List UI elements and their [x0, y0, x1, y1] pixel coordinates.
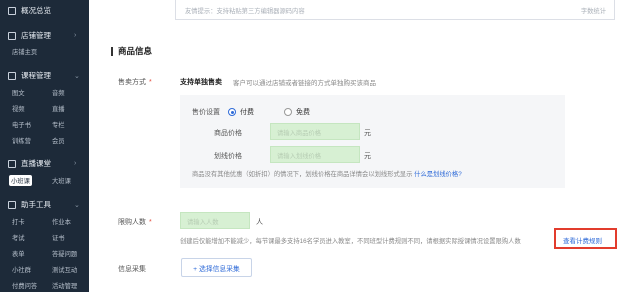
- radio-paid-label: 付费: [240, 109, 254, 116]
- editor-placeholder: 友情提示：支持粘贴第三方编辑器源码内容: [185, 8, 305, 15]
- sidebar-sub[interactable]: 打卡: [12, 217, 25, 226]
- sidebar-sub[interactable]: 证书: [52, 233, 65, 242]
- goods-price-placeholder: 请输入商品价格: [277, 130, 322, 137]
- sidebar-label: 助手工具: [21, 200, 51, 209]
- sidebar-sub[interactable]: 视频: [12, 104, 25, 113]
- chevron-down-icon: ⌄: [74, 201, 80, 209]
- live-icon: [8, 159, 16, 168]
- store-icon: [8, 31, 16, 40]
- sidebar-sub[interactable]: 表单: [12, 249, 25, 258]
- select-info-collect-button[interactable]: + 选择信息采集: [181, 258, 252, 277]
- sidebar-sub[interactable]: 图文: [12, 88, 25, 97]
- sale-mode-desc: 客户可以通过店铺或者链接的方式单独购买该商品: [233, 80, 376, 87]
- limit-note: 创建后仅能增加不能减少，每节课最多支持16名学员进入教室，不同班型计费规则不同，…: [180, 238, 521, 245]
- sidebar-sub-store-home[interactable]: 店铺主页: [12, 47, 37, 56]
- limit-label: 限购人数 *: [118, 217, 152, 227]
- tools-icon: [8, 200, 16, 209]
- word-count: 字数统计: [580, 8, 606, 15]
- sidebar-sub[interactable]: 小社群: [12, 265, 31, 274]
- sidebar-sub[interactable]: 活动管理: [52, 281, 77, 290]
- limit-label-text: 限购人数: [118, 219, 146, 226]
- strike-price-placeholder: 请输入划线价格: [277, 153, 322, 160]
- radio-checked-icon: [228, 108, 236, 116]
- sidebar-sub[interactable]: 专栏: [52, 120, 65, 129]
- sidebar-item-overview[interactable]: 概况总览: [8, 5, 51, 16]
- sidebar-label: 课程管理: [21, 71, 51, 80]
- sidebar-sub[interactable]: 音频: [52, 88, 65, 97]
- course-icon: [8, 71, 16, 80]
- sidebar-sub[interactable]: 训练营: [12, 136, 31, 145]
- sidebar-sub-big-class[interactable]: 大班课: [52, 176, 71, 185]
- sidebar-sub[interactable]: 考试: [12, 233, 25, 242]
- radio-paid[interactable]: 付费: [228, 107, 254, 117]
- sale-mode-label-text: 售卖方式: [118, 79, 146, 86]
- sidebar-sub[interactable]: 测试互动: [52, 265, 77, 274]
- billing-rule-link[interactable]: 查看计费规则: [563, 235, 602, 245]
- sidebar-sub[interactable]: 电子书: [12, 120, 31, 129]
- limit-placeholder: 请输入人数: [187, 219, 219, 226]
- required-mark: *: [149, 219, 152, 226]
- billing-rule-highlight: 查看计费规则: [554, 228, 617, 249]
- sidebar-sub-small-class[interactable]: 小班课: [9, 175, 32, 186]
- radio-icon: [284, 108, 292, 116]
- goods-price-label: 商品价格: [214, 130, 242, 137]
- sidebar-label: 直播课堂: [21, 159, 51, 168]
- info-collect-label: 信息采集: [118, 266, 146, 273]
- home-icon: [8, 6, 16, 15]
- strike-price-unit: 元: [364, 153, 371, 160]
- sale-mode-value: 支持单独售卖: [180, 79, 222, 86]
- sale-mode-label: 售卖方式 *: [118, 77, 152, 87]
- sidebar: 概况总览 店铺管理 › 店铺主页 课程管理 ⌄ 图文 音频 视频 直播 电子书 …: [0, 0, 89, 292]
- sidebar-sub[interactable]: 付费问答: [12, 281, 37, 290]
- chevron-icon: ›: [74, 160, 77, 167]
- section-title: 商品信息: [111, 45, 152, 57]
- sidebar-item-live[interactable]: 直播课堂 ›: [8, 158, 76, 169]
- goods-price-input[interactable]: 请输入商品价格: [270, 123, 360, 140]
- required-mark: *: [149, 79, 152, 86]
- radio-free-label: 免费: [296, 109, 310, 116]
- sidebar-label: 概况总览: [21, 6, 51, 15]
- limit-input[interactable]: 请输入人数: [180, 212, 250, 229]
- strike-price-label: 划线价格: [214, 153, 242, 160]
- sidebar-label: 店铺管理: [21, 31, 51, 40]
- limit-unit: 人: [256, 219, 263, 226]
- strike-price-input[interactable]: 请输入划线价格: [270, 146, 360, 163]
- strike-price-help-link[interactable]: 什么是划线价格?: [414, 171, 462, 178]
- strike-price-note-text: 商品没有其他优惠（如折扣）的情况下，划线价格在商品详情会以划线形式显示: [192, 171, 413, 178]
- strike-price-note: 商品没有其他优惠（如折扣）的情况下，划线价格在商品详情会以划线形式显示 什么是划…: [192, 169, 462, 178]
- chevron-icon: ›: [74, 32, 77, 39]
- section-title-text: 商品信息: [118, 46, 153, 56]
- sidebar-sub[interactable]: 答疑问题: [52, 249, 77, 258]
- price-setting-label: 售价设置: [192, 109, 220, 116]
- section-bar: [111, 46, 113, 56]
- chevron-down-icon: ⌄: [74, 72, 80, 80]
- sidebar-item-course[interactable]: 课程管理 ⌄: [8, 70, 80, 81]
- goods-price-unit: 元: [364, 130, 371, 137]
- sidebar-item-tools[interactable]: 助手工具 ⌄: [8, 199, 80, 210]
- editor-textarea[interactable]: 友情提示：支持粘贴第三方编辑器源码内容 字数统计: [175, 0, 615, 20]
- sidebar-sub[interactable]: 作业本: [52, 217, 71, 226]
- sidebar-sub[interactable]: 直播: [52, 104, 65, 113]
- radio-free[interactable]: 免费: [284, 107, 310, 117]
- sidebar-sub[interactable]: 会员: [52, 136, 65, 145]
- sidebar-item-store[interactable]: 店铺管理 ›: [8, 30, 76, 41]
